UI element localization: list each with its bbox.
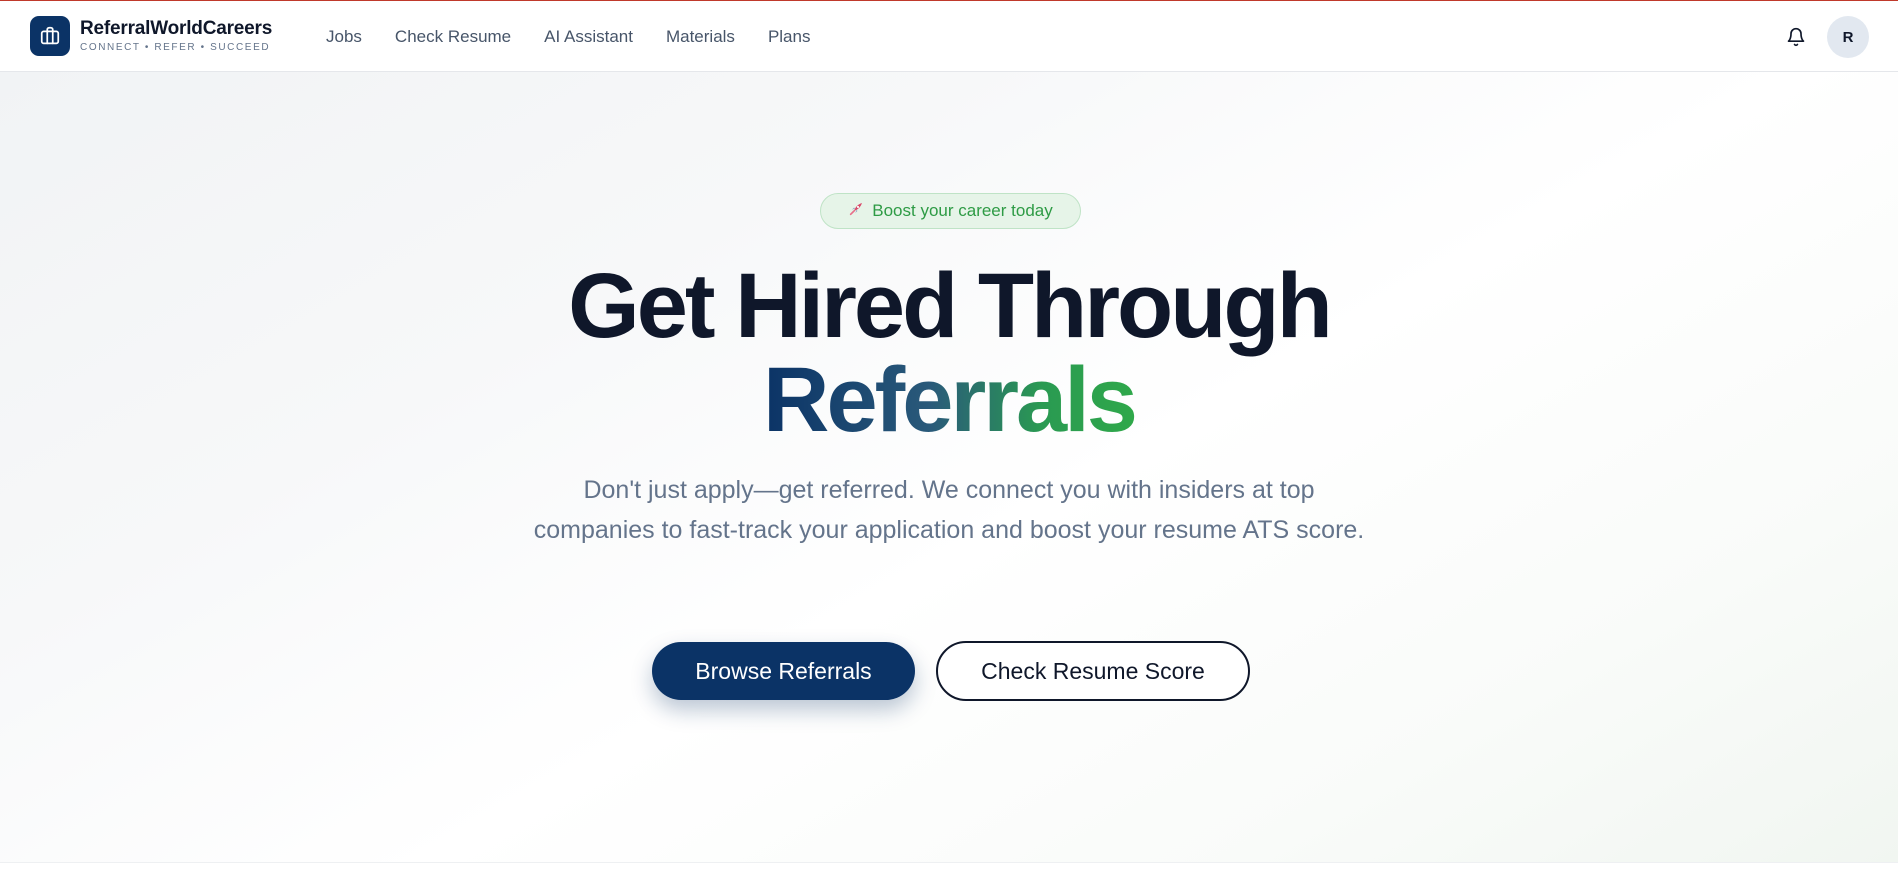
top-navbar: ReferralWorldCareers CONNECT • REFER • S… bbox=[0, 1, 1898, 72]
hero-headline-accent: Referrals bbox=[449, 352, 1449, 448]
main-navigation: Jobs Check Resume AI Assistant Materials… bbox=[326, 25, 843, 49]
brand-tagline: CONNECT • REFER • SUCCEED bbox=[80, 42, 271, 53]
browse-referrals-button[interactable]: Browse Referrals bbox=[652, 642, 915, 700]
page: ReferralWorldCareers CONNECT • REFER • S… bbox=[0, 0, 1898, 870]
brand-text: ReferralWorldCareers CONNECT • REFER • S… bbox=[80, 18, 272, 54]
brand-name: ReferralWorldCareers bbox=[80, 18, 273, 39]
section-divider bbox=[0, 862, 1898, 863]
user-avatar[interactable]: R bbox=[1827, 16, 1869, 58]
nav-item-ai-assistant[interactable]: AI Assistant bbox=[544, 25, 633, 49]
nav-item-plans[interactable]: Plans bbox=[768, 25, 811, 49]
brand-logo-link[interactable]: ReferralWorldCareers CONNECT • REFER • S… bbox=[30, 16, 272, 56]
nav-item-materials[interactable]: Materials bbox=[666, 25, 735, 49]
career-badge: Boost your career today bbox=[820, 193, 1081, 229]
hero-section bbox=[0, 72, 1898, 862]
rocket-icon bbox=[848, 201, 864, 221]
briefcase-icon bbox=[30, 16, 70, 56]
bell-icon[interactable] bbox=[1784, 25, 1808, 49]
badge-text: Boost your career today bbox=[872, 201, 1053, 220]
nav-item-jobs[interactable]: Jobs bbox=[326, 25, 362, 49]
check-resume-score-button[interactable]: Check Resume Score bbox=[936, 641, 1250, 701]
hero-headline: Get Hired Through bbox=[568, 255, 1333, 357]
hero-subtitle: Don't just apply—get referred. We connec… bbox=[533, 476, 1365, 544]
hero-headline-accent-text: Referrals bbox=[763, 349, 1138, 451]
nav-item-check-resume[interactable]: Check Resume bbox=[395, 25, 511, 49]
